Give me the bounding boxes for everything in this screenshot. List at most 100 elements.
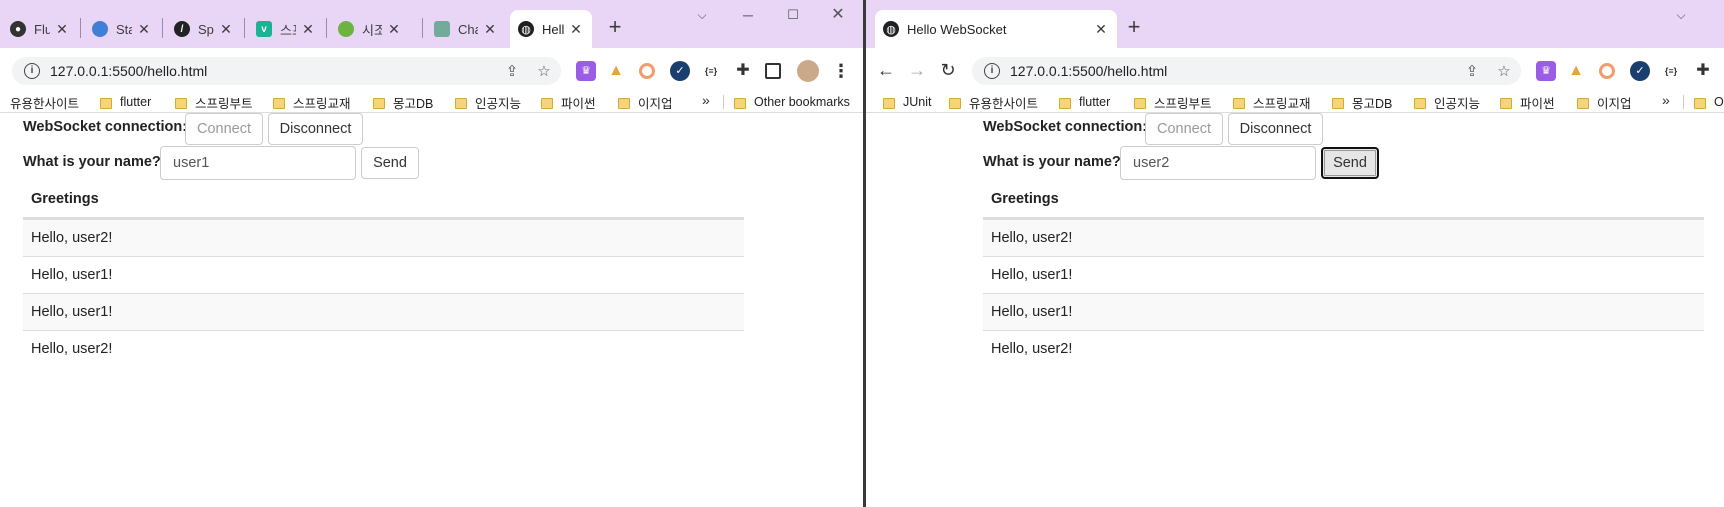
folder-icon bbox=[618, 97, 630, 109]
maximize-button[interactable]: ☐ bbox=[771, 2, 815, 28]
json-icon[interactable]: {≡} bbox=[701, 61, 721, 81]
url-text: 127.0.0.1:5500/hello.html bbox=[1010, 63, 1168, 79]
bookmark-useful-sites[interactable]: 유용한사이트 bbox=[949, 92, 1038, 112]
json-icon[interactable]: {≡} bbox=[1661, 61, 1681, 81]
name-input[interactable]: user1 bbox=[160, 146, 356, 180]
bookmark-easyup[interactable]: 이지업 bbox=[618, 92, 673, 112]
connect-button[interactable]: Connect bbox=[185, 113, 263, 145]
site-info-icon[interactable]: i bbox=[24, 63, 40, 79]
bookmark-flutter[interactable]: flutter bbox=[100, 92, 151, 112]
forward-arrow-icon[interactable]: → bbox=[905, 58, 929, 82]
tab-label: 스프 bbox=[280, 22, 296, 38]
disconnect-button[interactable]: Disconnect bbox=[268, 113, 363, 145]
bookmark-easyup[interactable]: 이지업 bbox=[1577, 92, 1632, 112]
bookmark-ai[interactable]: 인공지능 bbox=[1414, 92, 1480, 112]
new-tab-button[interactable]: + bbox=[1120, 14, 1148, 42]
close-window-button[interactable]: ✕ bbox=[816, 2, 860, 28]
bookmark-useful-sites[interactable]: 유용한사이트 bbox=[10, 92, 79, 112]
tab-chatgpt[interactable]: Cha ✕ bbox=[426, 10, 506, 48]
address-bar[interactable]: i 127.0.0.1:5500/hello.html ⇪ ☆ bbox=[12, 57, 561, 85]
new-tab-button[interactable]: + bbox=[601, 14, 629, 42]
bookmark-spring-boot[interactable]: 스프링부트 bbox=[1134, 92, 1212, 112]
bookmark-other[interactable]: Other bookmarks bbox=[734, 92, 850, 112]
bookmark-spring-boot[interactable]: 스프링부트 bbox=[175, 92, 253, 112]
greetings-header: Greetings bbox=[23, 183, 744, 219]
tab-stat[interactable]: Stat ✕ bbox=[84, 10, 160, 48]
close-icon[interactable]: ✕ bbox=[568, 21, 584, 38]
side-panel-icon[interactable] bbox=[765, 63, 781, 79]
close-icon[interactable]: ✕ bbox=[1093, 21, 1109, 38]
tab-spring-korean[interactable]: v 스프 ✕ bbox=[248, 10, 324, 48]
color-ring-icon[interactable] bbox=[1599, 63, 1615, 79]
v-logo-icon: v bbox=[256, 21, 272, 37]
bookmark-label: 파이썬 bbox=[561, 96, 596, 111]
close-icon[interactable]: ✕ bbox=[54, 21, 70, 38]
share-icon[interactable]: ⇪ bbox=[1463, 63, 1481, 81]
send-button[interactable]: Send bbox=[1321, 147, 1379, 179]
bookmarks-overflow-icon[interactable]: » bbox=[1662, 92, 1670, 108]
bookmark-python[interactable]: 파이썬 bbox=[1500, 92, 1555, 112]
folder-icon bbox=[273, 97, 285, 109]
folder-icon bbox=[541, 97, 553, 109]
color-ring-icon[interactable] bbox=[639, 63, 655, 79]
bookmark-star-icon[interactable]: ☆ bbox=[1495, 63, 1513, 81]
bookmarks-bar: JUnit 유용한사이트 flutter 스프링부트 스프링교재 몽고DB 인공… bbox=[866, 92, 1724, 112]
check-icon[interactable]: ✓ bbox=[670, 61, 690, 81]
tab-sijak[interactable]: 시조 ✕ bbox=[330, 10, 410, 48]
bookmark-label: flutter bbox=[120, 95, 152, 109]
bookmark-mongodb[interactable]: 몽고DB bbox=[1332, 92, 1392, 112]
bookmark-junit[interactable]: JUnit bbox=[883, 92, 931, 112]
disconnect-button[interactable]: Disconnect bbox=[1228, 113, 1323, 145]
close-icon[interactable]: ✕ bbox=[136, 21, 152, 38]
bookmark-label: 파이썬 bbox=[1520, 96, 1555, 111]
tab-search-chevron-icon[interactable]: ⌵ bbox=[1659, 2, 1703, 28]
minimize-button[interactable]: ─ bbox=[726, 2, 770, 28]
name-input[interactable]: user2 bbox=[1120, 146, 1316, 180]
google-drive-icon[interactable]: ▲ bbox=[606, 61, 626, 81]
close-icon[interactable]: ✕ bbox=[386, 21, 402, 38]
tab-spring[interactable]: / Spri ✕ bbox=[166, 10, 242, 48]
google-drive-icon[interactable]: ▲ bbox=[1566, 61, 1586, 81]
extension-crown-icon[interactable]: ♛ bbox=[1536, 61, 1556, 81]
table-row: Hello, user2! bbox=[23, 330, 744, 367]
tab-strip: ● Flut ✕ Stat ✕ / Spri ✕ v 스프 ✕ 시조 ✕ bbox=[0, 0, 863, 48]
tab-hello-websocket[interactable]: ◍ Hello WebSocket ✕ bbox=[875, 10, 1117, 48]
tab-label: Hello WebSocket bbox=[907, 21, 1007, 37]
profile-avatar-icon[interactable] bbox=[797, 60, 819, 82]
bookmark-label: 인공지능 bbox=[1434, 96, 1481, 111]
toolbar: i 127.0.0.1:5500/hello.html ⇪ ☆ ♛ ▲ ✓ {≡… bbox=[0, 48, 863, 92]
bookmark-spring-textbook[interactable]: 스프링교재 bbox=[273, 92, 351, 112]
menu-kebab-icon[interactable]: ⋮ bbox=[831, 61, 851, 81]
extensions-puzzle-icon[interactable]: ✚ bbox=[733, 61, 753, 81]
bookmarks-overflow-icon[interactable]: » bbox=[702, 92, 710, 108]
send-button[interactable]: Send bbox=[361, 147, 419, 179]
share-icon[interactable]: ⇪ bbox=[503, 63, 521, 81]
back-arrow-icon[interactable]: ← bbox=[874, 58, 898, 82]
check-icon[interactable]: ✓ bbox=[1630, 61, 1650, 81]
extensions-puzzle-icon[interactable]: ✚ bbox=[1693, 61, 1713, 81]
site-info-icon[interactable]: i bbox=[984, 63, 1000, 79]
reload-icon[interactable]: ↻ bbox=[936, 58, 960, 82]
connect-button[interactable]: Connect bbox=[1145, 113, 1223, 145]
close-icon[interactable]: ✕ bbox=[218, 21, 234, 38]
bookmark-spring-textbook[interactable]: 스프링교재 bbox=[1233, 92, 1311, 112]
bookmark-ai[interactable]: 인공지능 bbox=[455, 92, 521, 112]
bookmark-label: 스프링교재 bbox=[1253, 96, 1311, 111]
bookmark-mongodb[interactable]: 몽고DB bbox=[373, 92, 433, 112]
bookmark-other[interactable]: O bbox=[1694, 92, 1724, 112]
folder-icon bbox=[1059, 97, 1071, 109]
address-bar[interactable]: i 127.0.0.1:5500/hello.html ⇪ ☆ bbox=[972, 57, 1521, 85]
extension-crown-icon[interactable]: ♛ bbox=[576, 61, 596, 81]
tab-flutter[interactable]: ● Flut ✕ bbox=[2, 10, 78, 48]
bookmark-label: 인공지능 bbox=[475, 96, 522, 111]
close-icon[interactable]: ✕ bbox=[300, 21, 316, 38]
bookmark-python[interactable]: 파이썬 bbox=[541, 92, 596, 112]
bookmark-star-icon[interactable]: ☆ bbox=[535, 63, 553, 81]
name-label: What is your name? bbox=[983, 154, 1121, 170]
bookmark-flutter[interactable]: flutter bbox=[1059, 92, 1110, 112]
folder-icon bbox=[949, 97, 961, 109]
tab-search-chevron-icon[interactable]: ⌵ bbox=[680, 2, 724, 28]
tab-hello-active[interactable]: ◍ Hell ✕ bbox=[510, 10, 592, 48]
close-icon[interactable]: ✕ bbox=[482, 21, 498, 38]
folder-icon bbox=[100, 97, 112, 109]
